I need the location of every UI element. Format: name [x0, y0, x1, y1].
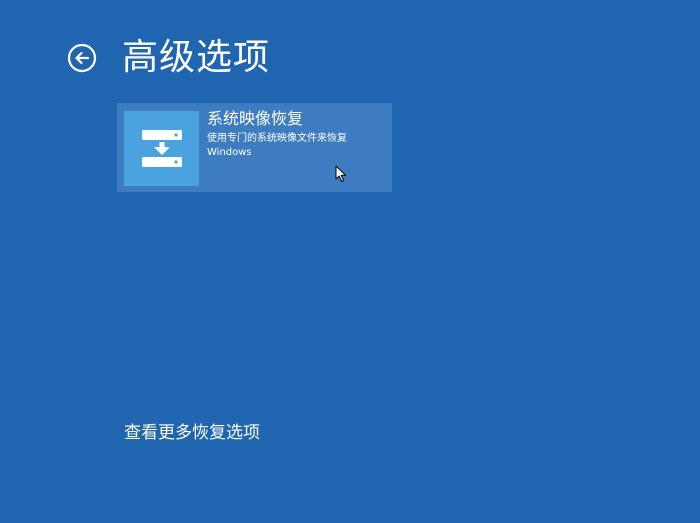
- page-title: 高级选项: [122, 37, 271, 78]
- system-image-recovery-icon: [141, 129, 182, 167]
- more-recovery-options-link[interactable]: 查看更多恢复选项: [124, 421, 260, 445]
- system-image-recovery-option[interactable]: 系统映像恢复 使用专门的系统映像文件来恢复 Windows: [117, 103, 392, 192]
- page-header: 高级选项: [66, 30, 270, 86]
- back-button[interactable]: [66, 42, 98, 74]
- mouse-cursor-icon: [335, 165, 346, 182]
- tile-icon-container: [124, 111, 199, 186]
- option-title: 系统映像恢复: [207, 109, 304, 128]
- back-arrow-circle-icon: [67, 43, 97, 73]
- option-description: 使用专门的系统映像文件来恢复 Windows: [207, 133, 347, 158]
